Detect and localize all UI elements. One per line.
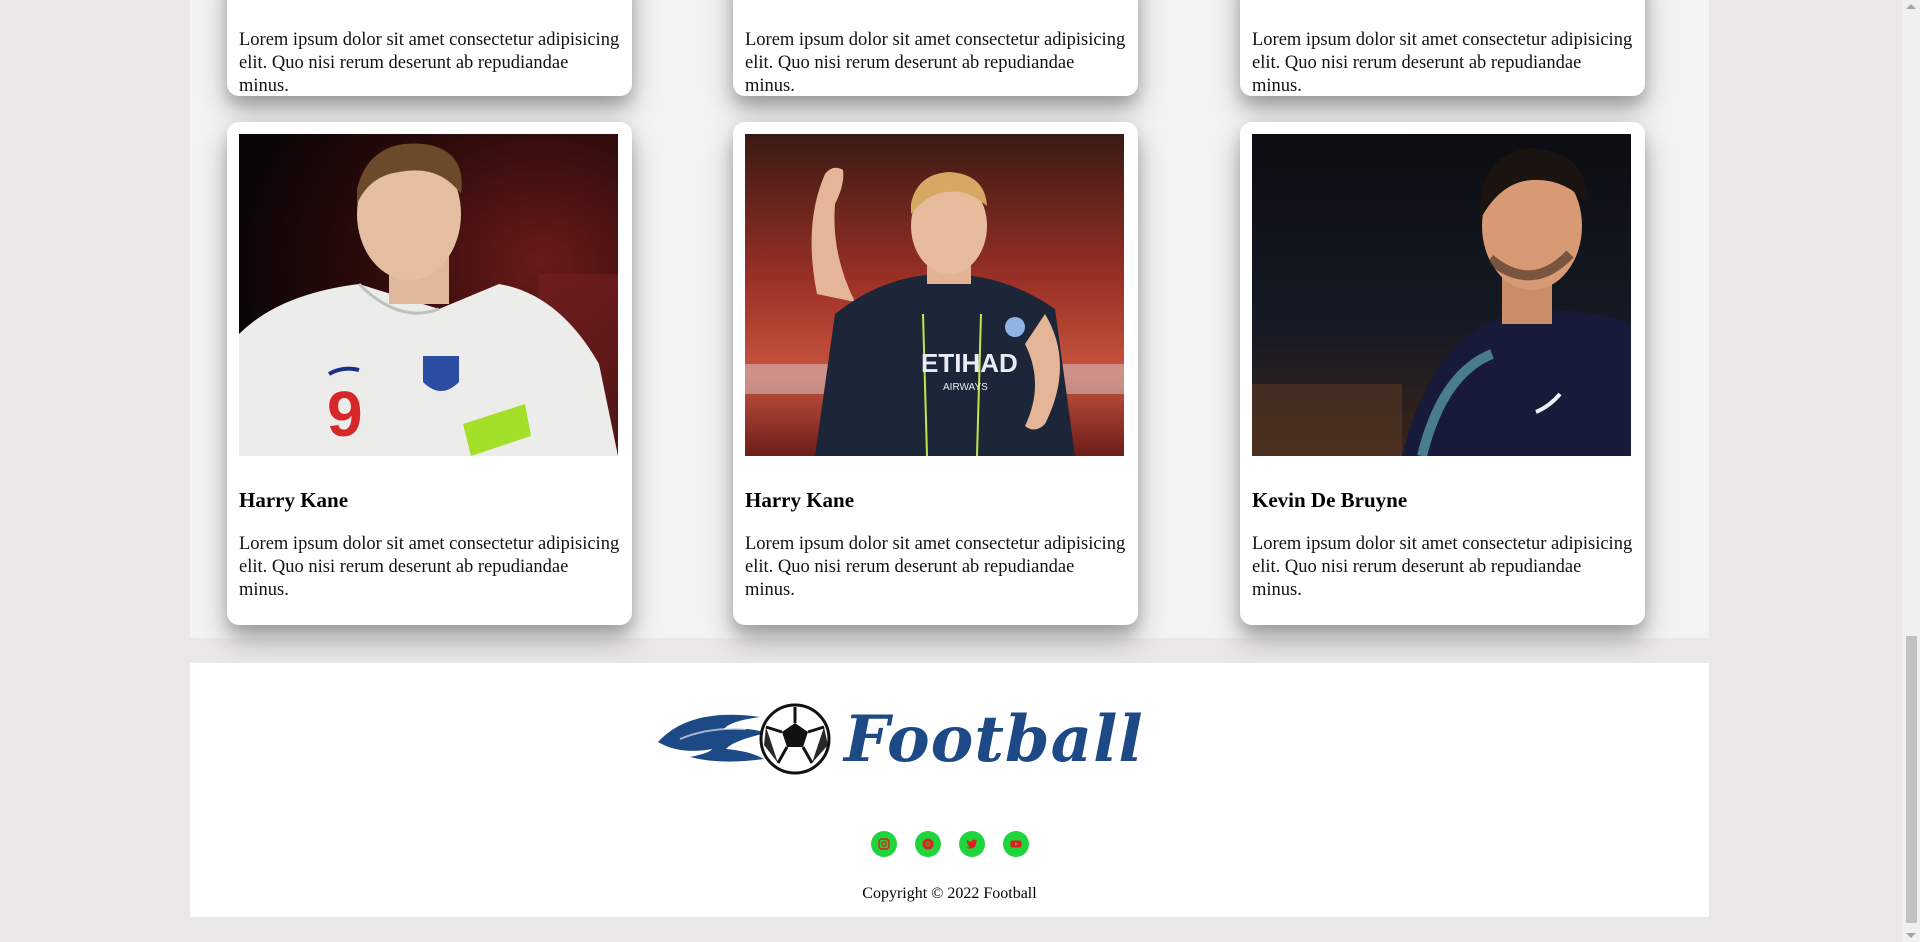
viewport: Lorem ipsum dolor sit amet consectetur a… <box>0 0 1920 942</box>
logo-text: Football <box>844 702 1144 777</box>
players-section: Lorem ipsum dolor sit amet consectetur a… <box>190 0 1709 638</box>
youtube-icon <box>1010 840 1021 848</box>
chrome-link[interactable] <box>914 831 941 857</box>
card-description: Lorem ipsum dolor sit amet consectetur a… <box>1252 30 1633 96</box>
card-description: Lorem ipsum dolor sit amet consectetur a… <box>239 30 620 96</box>
instagram-link[interactable] <box>870 831 897 857</box>
player-card: Lorem ipsum dolor sit amet consectetur a… <box>733 0 1138 96</box>
player-photo: 9 <box>239 134 618 456</box>
player-card: 9 Harry Kane Lorem ipsum dolor sit amet … <box>227 122 632 625</box>
twitter-link[interactable] <box>958 831 985 857</box>
twitter-icon <box>966 839 977 849</box>
youtube-link[interactable] <box>1002 831 1029 857</box>
card-description: Lorem ipsum dolor sit amet consectetur a… <box>1252 534 1633 600</box>
football-logo[interactable]: Football <box>650 687 1143 787</box>
social-links <box>190 831 1709 857</box>
player-photo-kevin-de-bruyne <box>1252 134 1631 456</box>
player-photo: ETIHAD AIRWAYS <box>745 134 1124 456</box>
shirt-sponsor: ETIHAD <box>921 348 1018 378</box>
instagram-icon <box>877 838 890 850</box>
jersey-number: 9 <box>327 378 363 450</box>
card-description: Lorem ipsum dolor sit amet consectetur a… <box>239 534 620 600</box>
player-photo-harry-kane-2: ETIHAD AIRWAYS <box>745 134 1124 456</box>
scroll-down-arrow[interactable] <box>1906 933 1916 938</box>
shirt-sponsor-sub: AIRWAYS <box>943 382 988 393</box>
scroll-thumb[interactable] <box>1906 636 1917 923</box>
card-description: Lorem ipsum dolor sit amet consectetur a… <box>745 534 1126 600</box>
player-card: Lorem ipsum dolor sit amet consectetur a… <box>1240 0 1645 96</box>
player-name: Harry Kane <box>745 488 855 512</box>
player-photo-harry-kane: 9 <box>239 134 618 456</box>
player-name: Kevin De Bruyne <box>1252 488 1408 512</box>
footer: Football Copyright © 2022 Football <box>190 663 1709 917</box>
page-scrollbar[interactable] <box>1902 0 1920 942</box>
player-name: Harry Kane <box>239 488 349 512</box>
player-card: ETIHAD AIRWAYS Harry Kane Lorem ipsum do… <box>733 122 1138 625</box>
card-description: Lorem ipsum dolor sit amet consectetur a… <box>745 30 1126 96</box>
player-photo <box>1252 134 1631 456</box>
copyright-text: Copyright © 2022 Football <box>862 885 1037 902</box>
flaming-ball-icon <box>658 703 831 775</box>
player-card: Kevin De Bruyne Lorem ipsum dolor sit am… <box>1240 122 1645 625</box>
scroll-up-arrow[interactable] <box>1906 4 1916 9</box>
chrome-icon <box>922 838 933 850</box>
player-card: Lorem ipsum dolor sit amet consectetur a… <box>227 0 632 96</box>
